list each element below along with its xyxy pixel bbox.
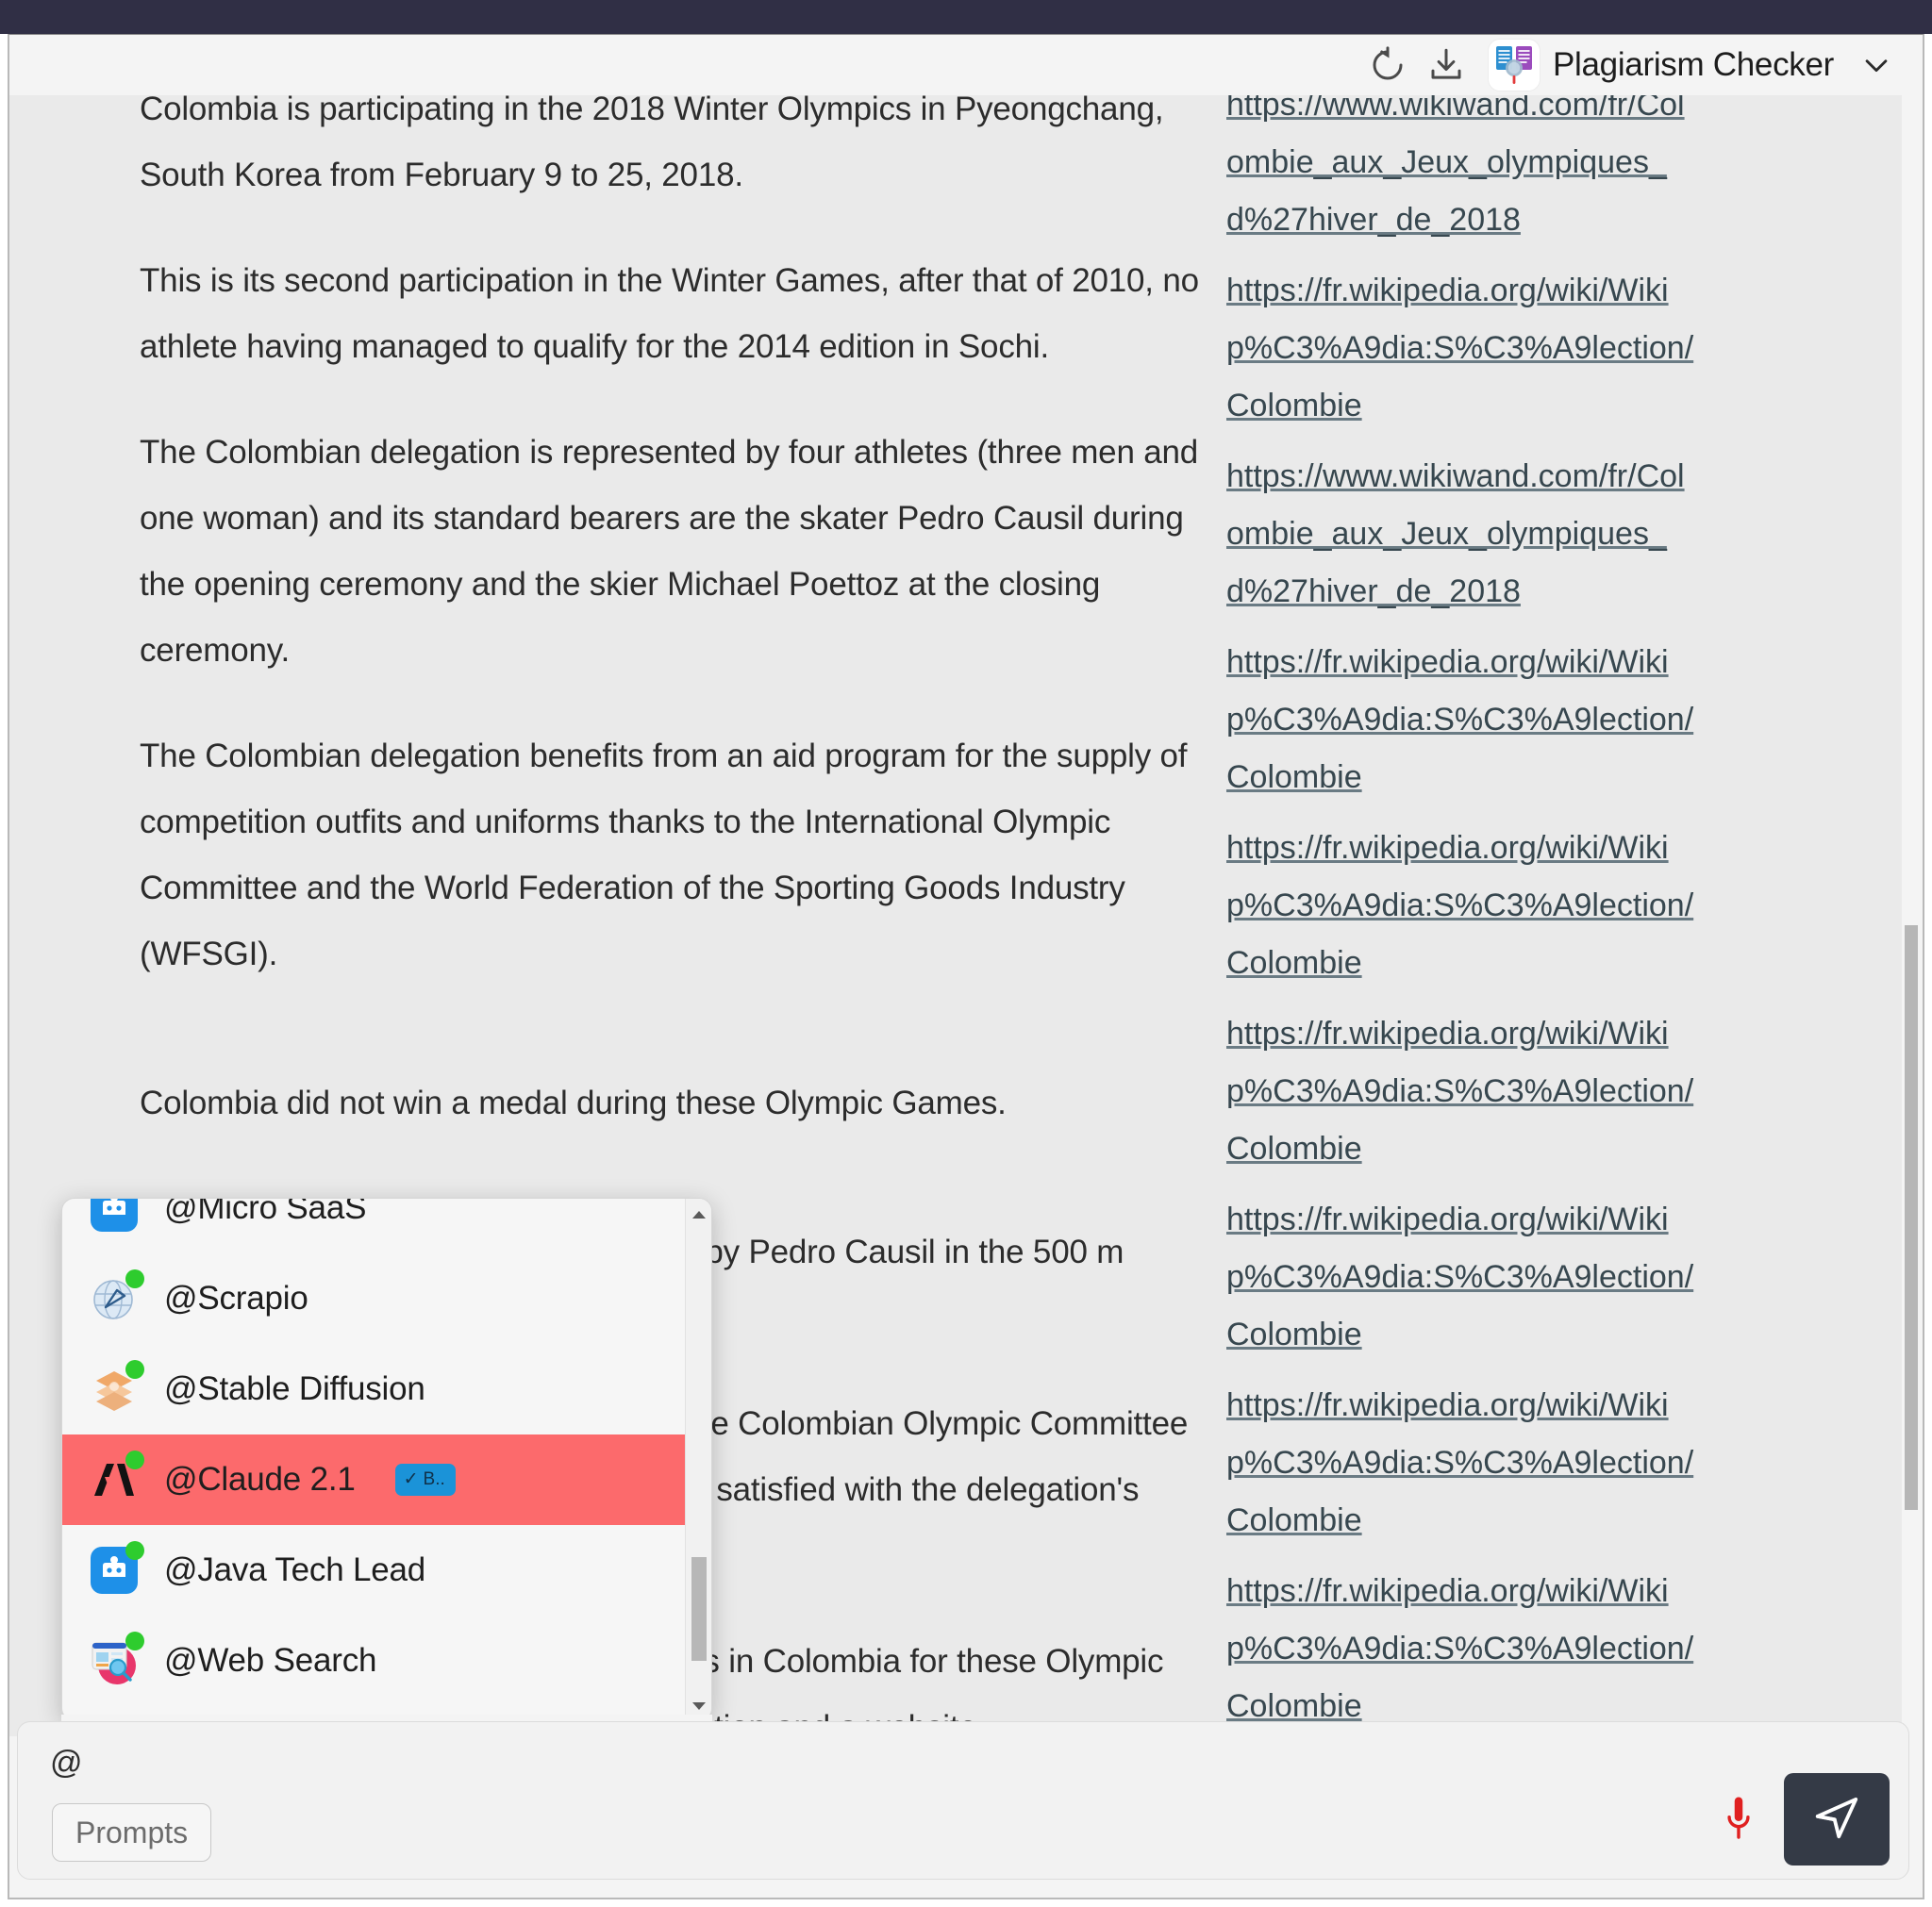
mention-item-badge: ✓ B.. xyxy=(394,1464,456,1496)
source-link[interactable]: https://fr.wikipedia.org/wiki/Wikip%C3%A… xyxy=(1226,262,1698,435)
microphone-icon[interactable] xyxy=(1712,1788,1765,1854)
restart-icon[interactable] xyxy=(1358,38,1417,92)
app-root: Plagiarism Checker Colombia is participa… xyxy=(0,0,1932,1907)
scrapio-globe-icon xyxy=(89,1269,144,1324)
top-toolbar: Plagiarism Checker xyxy=(9,35,1917,95)
send-icon xyxy=(1811,1792,1862,1848)
document-paragraph: The Colombian delegation is represented … xyxy=(140,434,1199,669)
source-link[interactable]: https://www.wikiwand.com/fr/Colombie_aux… xyxy=(1226,95,1698,249)
mention-item-label: @Stable Diffusion xyxy=(164,1370,425,1407)
mention-dropdown-scrollbar-thumb[interactable] xyxy=(691,1557,707,1661)
online-status-dot xyxy=(125,1269,144,1288)
mention-item-label: @Java Tech Lead xyxy=(164,1551,426,1588)
document-paragraph: The Colombian delegation benefits from a… xyxy=(140,738,1188,972)
source-link[interactable]: https://fr.wikipedia.org/wiki/Wikip%C3%A… xyxy=(1226,634,1698,806)
triangle-up-icon[interactable] xyxy=(686,1202,711,1227)
content-scrollbar[interactable] xyxy=(1902,95,1921,1736)
mention-item-label: @Scrapio xyxy=(164,1280,308,1317)
anthropic-claude-icon xyxy=(89,1451,144,1505)
content-scrollbar-thumb[interactable] xyxy=(1905,925,1918,1510)
source-link[interactable]: https://fr.wikipedia.org/wiki/Wikip%C3%A… xyxy=(1226,1191,1698,1364)
source-link[interactable]: https://fr.wikipedia.org/wiki/Wikip%C3%A… xyxy=(1226,1377,1698,1550)
mention-item-label: @Micro SaaS xyxy=(164,1199,367,1226)
plagiarism-checker-icon xyxy=(1488,40,1540,91)
badge-check-icon: ✓ xyxy=(403,1469,419,1489)
java-tech-lead-icon xyxy=(89,1541,144,1596)
micro-saas-icon xyxy=(89,1199,140,1234)
mention-dropdown[interactable]: @Micro SaaS @Scrapio @Stable Diffusion @… xyxy=(61,1198,712,1721)
online-status-dot xyxy=(125,1360,144,1379)
source-link[interactable]: https://www.wikiwand.com/fr/Colombie_aux… xyxy=(1226,448,1698,621)
mention-item-stable-diffusion[interactable]: @Stable Diffusion xyxy=(62,1344,685,1434)
prompts-button[interactable]: Prompts xyxy=(52,1803,212,1862)
chevron-down-icon[interactable] xyxy=(1860,49,1892,81)
mention-dropdown-viewport: @Micro SaaS @Scrapio @Stable Diffusion @… xyxy=(62,1199,685,1720)
download-icon[interactable] xyxy=(1417,38,1475,92)
online-status-dot xyxy=(125,1541,144,1560)
mention-item-web-search[interactable]: @Web Search xyxy=(62,1616,685,1706)
source-url-column: https://www.wikiwand.com/fr/Colombie_aux… xyxy=(1226,95,1698,1736)
mention-item-micro-saas[interactable]: @Micro SaaS xyxy=(62,1199,685,1253)
mention-dropdown-list: @Micro SaaS @Scrapio @Stable Diffusion @… xyxy=(62,1199,685,1706)
source-link[interactable]: https://fr.wikipedia.org/wiki/Wikip%C3%A… xyxy=(1226,1005,1698,1178)
badge-label: B.. xyxy=(423,1469,445,1489)
mention-item-scrapio[interactable]: @Scrapio xyxy=(62,1253,685,1344)
document-paragraph: Colombia is participating in the 2018 Wi… xyxy=(140,95,1164,193)
app-selector[interactable]: Plagiarism Checker xyxy=(1488,40,1896,91)
document-paragraph: This is its second participation in the … xyxy=(140,262,1199,365)
mention-item-java-tech-lead[interactable]: @Java Tech Lead xyxy=(62,1525,685,1616)
mention-item-claude-2-1[interactable]: @Claude 2.1 ✓ B.. xyxy=(62,1434,685,1525)
stable-diffusion-icon xyxy=(89,1360,144,1415)
mention-item-label: @Claude 2.1 xyxy=(164,1461,356,1498)
source-link[interactable]: https://fr.wikipedia.org/wiki/Wikip%C3%A… xyxy=(1226,1563,1698,1735)
document-paragraph: Colombia did not win a medal during thes… xyxy=(140,1085,1007,1121)
mention-dropdown-scrollbar[interactable] xyxy=(685,1199,711,1720)
mention-item-label: @Web Search xyxy=(164,1642,377,1679)
app-title: Plagiarism Checker xyxy=(1552,46,1834,83)
web-search-icon xyxy=(89,1632,144,1686)
send-button[interactable] xyxy=(1784,1773,1890,1866)
title-bar xyxy=(0,0,1932,34)
message-input[interactable]: @ xyxy=(50,1745,83,1782)
source-link[interactable]: https://fr.wikipedia.org/wiki/Wikip%C3%A… xyxy=(1226,820,1698,992)
online-status-dot xyxy=(125,1451,144,1469)
online-status-dot xyxy=(125,1632,144,1650)
app-window: Plagiarism Checker Colombia is participa… xyxy=(8,34,1924,1899)
message-composer[interactable]: @ Prompts xyxy=(17,1721,1909,1880)
